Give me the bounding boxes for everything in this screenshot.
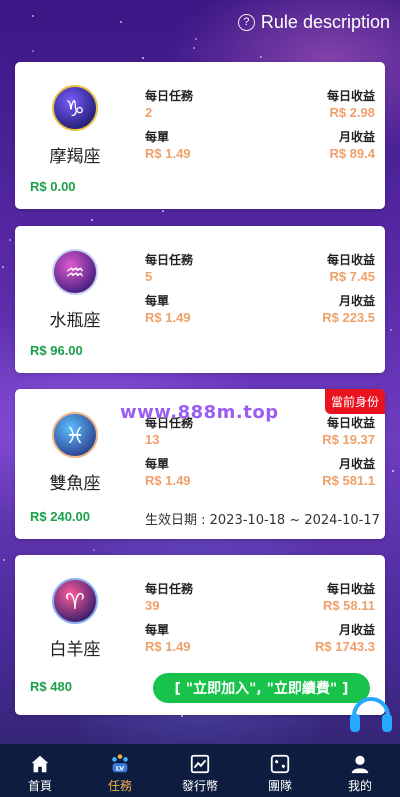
monthly-income-value: R$ 581.1 (322, 473, 375, 488)
monthly-income-label: 月收益 (338, 457, 375, 471)
rule-description-label: Rule description (260, 11, 390, 32)
sign-name: 水瓶座 (49, 311, 101, 331)
user-icon (351, 755, 369, 774)
daily-tasks-value: 13 (145, 432, 160, 447)
rule-description-link[interactable]: ? Rule description (237, 11, 390, 33)
tab-task[interactable]: LV 任務 (80, 744, 160, 797)
svg-text:♒: ♒ (65, 261, 85, 286)
per-order-value: R$ 1.49 (145, 639, 191, 654)
daily-income-label: 每日收益 (326, 582, 375, 596)
monthly-income-label: 月收益 (338, 623, 375, 637)
per-order-value: R$ 1.49 (145, 146, 191, 161)
bottom-tab-bar: 首頁 LV 任務 發行幣 團隊 我的 (0, 744, 400, 797)
star (142, 57, 144, 59)
home-icon (31, 755, 49, 773)
monthly-income-value: R$ 223.5 (322, 310, 375, 325)
svg-text:♑: ♑ (65, 97, 85, 122)
per-order-label: 每單 (145, 294, 170, 308)
sign-name: 雙魚座 (49, 474, 101, 494)
monthly-income-label: 月收益 (338, 294, 375, 308)
star (2, 266, 4, 268)
watermark-text: www.888m.top (120, 402, 279, 423)
chart-icon (190, 754, 210, 774)
plan-card-aquarius[interactable]: ♒ 水瓶座 R$ 96.00 每日任務 5 每單 R$ 1.49 每日收益 R$… (15, 226, 385, 373)
validity-date: 生效日期 : 2023-10-18 ~ 2024-10-17 (145, 513, 380, 528)
daily-tasks-label: 每日任務 (145, 89, 194, 103)
tab-label: 團隊 (267, 779, 292, 793)
tab-team[interactable]: 團隊 (240, 744, 320, 797)
star (93, 549, 95, 551)
per-order-value: R$ 1.49 (145, 473, 191, 488)
daily-tasks-value: 2 (145, 105, 153, 120)
svg-text:♓: ♓ (65, 424, 85, 449)
star (120, 21, 122, 23)
star (162, 210, 164, 212)
customer-service-icon[interactable] (346, 688, 396, 738)
daily-income-value: R$ 19.37 (322, 432, 375, 447)
pisces-icon: ♓ (52, 412, 98, 458)
current-status-badge: 當前身份 (324, 389, 385, 414)
star (3, 559, 5, 561)
per-order-label: 每單 (145, 130, 170, 144)
tab-mine[interactable]: 我的 (320, 744, 400, 797)
question-icon: ? (237, 13, 255, 31)
star (32, 15, 34, 17)
capricorn-icon: ♑ (52, 85, 98, 131)
team-icon (270, 754, 290, 774)
tab-label: 任務 (107, 779, 132, 793)
star (91, 219, 93, 221)
tab-label: 我的 (347, 779, 372, 793)
star (390, 329, 392, 331)
plan-card-capricorn[interactable]: ♑ 摩羯座 R$ 0.00 每日任務 2 每單 R$ 1.49 每日收益 R$ … (15, 62, 385, 209)
plan-price: R$ 0.00 (30, 179, 76, 194)
aries-icon: ♈ (52, 578, 98, 624)
task-icon: LV (112, 754, 128, 772)
star (32, 50, 34, 52)
monthly-income-label: 月收益 (338, 130, 375, 144)
tab-coin[interactable]: 發行幣 (160, 744, 240, 797)
per-order-value: R$ 1.49 (145, 310, 191, 325)
daily-income-label: 每日收益 (326, 416, 375, 430)
svg-text:♈: ♈ (65, 590, 85, 615)
daily-tasks-label: 每日任務 (145, 582, 194, 596)
star (260, 56, 262, 58)
per-order-label: 每單 (145, 623, 170, 637)
plan-card-aries[interactable]: ♈ 白羊座 R$ 480 每日任務 39 每單 R$ 1.49 每日收益 R$ … (15, 555, 385, 715)
star (195, 38, 197, 40)
star (193, 47, 195, 49)
monthly-income-value: R$ 89.4 (329, 146, 375, 161)
aquarius-icon: ♒ (52, 249, 98, 295)
plan-price: R$ 480 (30, 679, 72, 694)
svg-text:LV: LV (116, 764, 124, 772)
daily-income-value: R$ 2.98 (329, 105, 375, 120)
sign-name: 白羊座 (49, 640, 101, 660)
tab-label: 首頁 (27, 779, 52, 793)
sign-name: 摩羯座 (49, 147, 101, 167)
plan-price: R$ 240.00 (30, 509, 90, 524)
tab-home[interactable]: 首頁 (0, 744, 80, 797)
star (181, 715, 183, 717)
star (392, 470, 394, 472)
monthly-income-value: R$ 1743.3 (315, 639, 375, 654)
star (9, 239, 11, 241)
tab-label: 發行幣 (181, 779, 218, 793)
daily-tasks-value: 39 (145, 598, 160, 613)
daily-income-label: 每日收益 (326, 253, 375, 267)
daily-income-value: R$ 58.11 (322, 598, 375, 613)
daily-tasks-value: 5 (145, 269, 153, 284)
plan-price: R$ 96.00 (30, 343, 83, 358)
daily-income-label: 每日收益 (326, 89, 375, 103)
daily-income-value: R$ 7.45 (329, 269, 375, 284)
per-order-label: 每單 (145, 457, 170, 471)
join-renew-button[interactable]: [ "立即加入", "立即續費" ] (153, 673, 370, 703)
daily-tasks-label: 每日任務 (145, 253, 194, 267)
